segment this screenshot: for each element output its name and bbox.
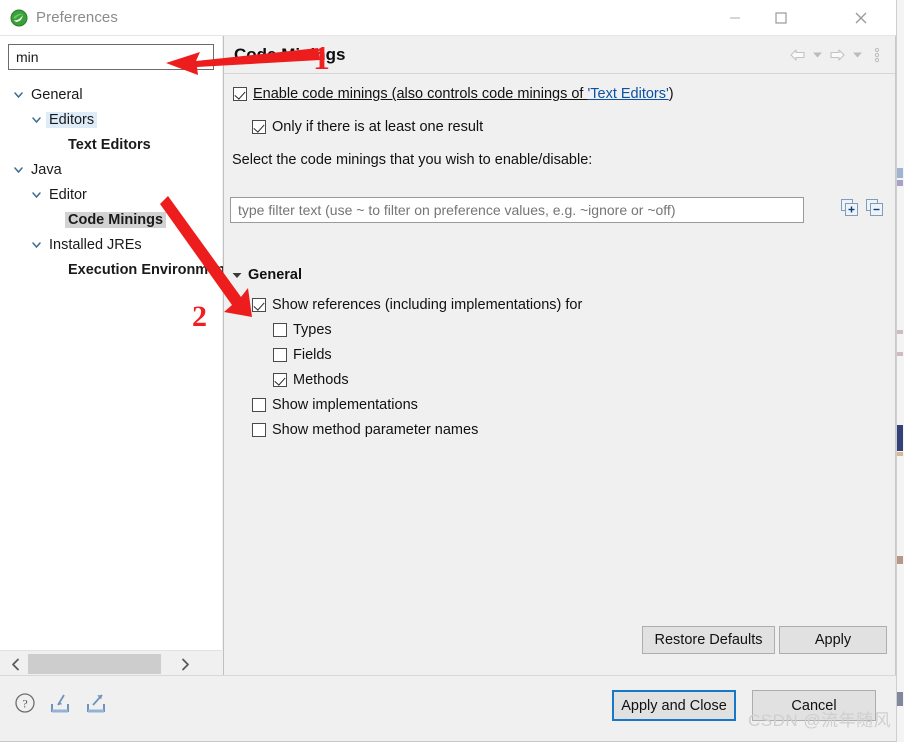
- annotation-step-2: 2: [192, 300, 207, 333]
- option-show-implementations-row[interactable]: Show implementations: [252, 397, 418, 413]
- triangle-down-icon[interactable]: [230, 268, 244, 282]
- export-icon[interactable]: [84, 692, 108, 719]
- import-icon[interactable]: [48, 692, 72, 719]
- option-types-row[interactable]: Types: [273, 322, 332, 338]
- vertical-dots-icon[interactable]: [867, 46, 887, 64]
- csdn-watermark: CSDN @流年随风: [748, 711, 892, 730]
- chevron-right-icon[interactable]: [172, 651, 198, 677]
- tree-tool-icons: [841, 199, 883, 221]
- preference-search-box[interactable]: [8, 44, 214, 70]
- only-if-result-label: Only if there is at least one result: [272, 119, 484, 135]
- tree-horizontal-scrollbar[interactable]: [0, 650, 222, 676]
- only-if-result-checkbox[interactable]: [252, 120, 266, 134]
- panel-button-bar: Restore Defaults Apply: [224, 614, 895, 676]
- apply-button[interactable]: Apply: [779, 626, 887, 654]
- types-checkbox[interactable]: [273, 323, 287, 337]
- option-show-references-row[interactable]: Show references (including implementatio…: [252, 297, 582, 313]
- panel-nav-icons: [787, 46, 887, 64]
- tree-item-label: Editor: [49, 186, 87, 203]
- tree-item-installed-jres[interactable]: Installed JREs: [28, 234, 145, 255]
- enable-code-minings-row[interactable]: Enable code minings (also controls code …: [233, 86, 674, 102]
- section-general[interactable]: General: [230, 267, 302, 283]
- preference-tree[interactable]: General Editors Text Editors Java Editor…: [0, 78, 238, 638]
- tree-item-label: Text Editors: [68, 136, 151, 153]
- instruction-row: Select the code minings that you wish to…: [232, 152, 592, 168]
- enable-code-minings-label-post: ): [668, 86, 674, 102]
- show-method-parameter-names-checkbox[interactable]: [252, 423, 266, 437]
- option-fields-row[interactable]: Fields: [273, 347, 332, 363]
- chevron-down-icon[interactable]: [10, 162, 26, 178]
- show-implementations-checkbox[interactable]: [252, 398, 266, 412]
- tree-item-label: Installed JREs: [49, 236, 142, 253]
- help-icon[interactable]: ?: [14, 692, 36, 719]
- screenshot-root: Preferences min General Editors Text Edi…: [0, 0, 904, 742]
- back-arrow-icon[interactable]: [787, 46, 807, 64]
- tree-item-label: Code Minings: [65, 211, 167, 228]
- show-references-checkbox[interactable]: [252, 298, 266, 312]
- tree-item-execution-environments[interactable]: Execution Environments: [65, 259, 241, 280]
- restore-defaults-button[interactable]: Restore Defaults: [642, 626, 775, 654]
- option-show-method-parameter-names-row[interactable]: Show method parameter names: [252, 422, 478, 438]
- search-input[interactable]: [14, 45, 184, 69]
- chevron-down-icon[interactable]: [28, 112, 44, 128]
- tree-item-editors[interactable]: Editors: [28, 109, 98, 130]
- methods-checkbox[interactable]: [273, 373, 287, 387]
- background-window-edge: [896, 0, 904, 742]
- tree-item-general[interactable]: General: [10, 84, 86, 105]
- option-methods-row[interactable]: Methods: [273, 372, 349, 388]
- minimize-button[interactable]: [712, 0, 758, 35]
- collapse-all-icon[interactable]: [866, 199, 883, 221]
- chevron-down-icon[interactable]: [10, 87, 26, 103]
- section-general-label: General: [248, 267, 302, 283]
- preferences-dialog: Preferences min General Editors Text Edi…: [0, 0, 896, 742]
- chevron-down-icon[interactable]: [849, 46, 865, 64]
- instruction-text: Select the code minings that you wish to…: [232, 152, 593, 168]
- footer-icon-group: ?: [14, 692, 108, 719]
- tree-item-java[interactable]: Java: [10, 159, 65, 180]
- forward-arrow-icon[interactable]: [827, 46, 847, 64]
- eclipse-icon: [10, 9, 28, 27]
- tree-item-editor[interactable]: Editor: [28, 184, 90, 205]
- chevron-down-icon[interactable]: [28, 237, 44, 253]
- chevron-down-icon[interactable]: [28, 187, 44, 203]
- maximize-button[interactable]: [758, 0, 804, 35]
- chevron-down-icon[interactable]: [809, 46, 825, 64]
- enable-code-minings-label-pre: Enable code minings (also controls code …: [253, 86, 588, 102]
- tree-item-label: Execution Environments: [68, 261, 239, 278]
- option-label: Types: [293, 322, 332, 338]
- option-label: Methods: [293, 372, 349, 388]
- title-bar: Preferences: [0, 0, 896, 36]
- code-minings-filter-box[interactable]: [230, 197, 804, 223]
- only-if-result-row[interactable]: Only if there is at least one result: [252, 119, 483, 135]
- tree-item-label: General: [31, 86, 83, 103]
- window-title: Preferences: [36, 9, 118, 26]
- navigation-pane: General Editors Text Editors Java: [0, 36, 238, 676]
- enable-code-minings-checkbox[interactable]: [233, 87, 247, 101]
- settings-pane: Code Minings Enable code minings (also c…: [223, 36, 895, 676]
- apply-and-close-button[interactable]: Apply and Close: [612, 690, 736, 721]
- filter-input[interactable]: [236, 198, 796, 222]
- chevron-left-icon[interactable]: [2, 651, 28, 677]
- tree-item-text-editors[interactable]: Text Editors: [65, 134, 154, 155]
- text-editors-link[interactable]: 'Text Editors': [587, 86, 668, 102]
- tree-item-code-minings[interactable]: Code Minings: [65, 209, 167, 230]
- option-label: Show references (including implementatio…: [272, 297, 583, 313]
- close-button[interactable]: [838, 0, 884, 35]
- option-label: Show method parameter names: [272, 422, 479, 438]
- tree-item-label: Editors: [46, 111, 98, 128]
- tree-item-label: Java: [31, 161, 62, 178]
- annotation-step-1: 1: [313, 40, 330, 77]
- expand-all-icon[interactable]: [841, 199, 858, 221]
- panel-body: Enable code minings (also controls code …: [224, 75, 895, 636]
- option-label: Fields: [293, 347, 332, 363]
- scrollbar-thumb[interactable]: [28, 654, 161, 674]
- svg-text:?: ?: [22, 697, 27, 711]
- option-label: Show implementations: [272, 397, 418, 413]
- fields-checkbox[interactable]: [273, 348, 287, 362]
